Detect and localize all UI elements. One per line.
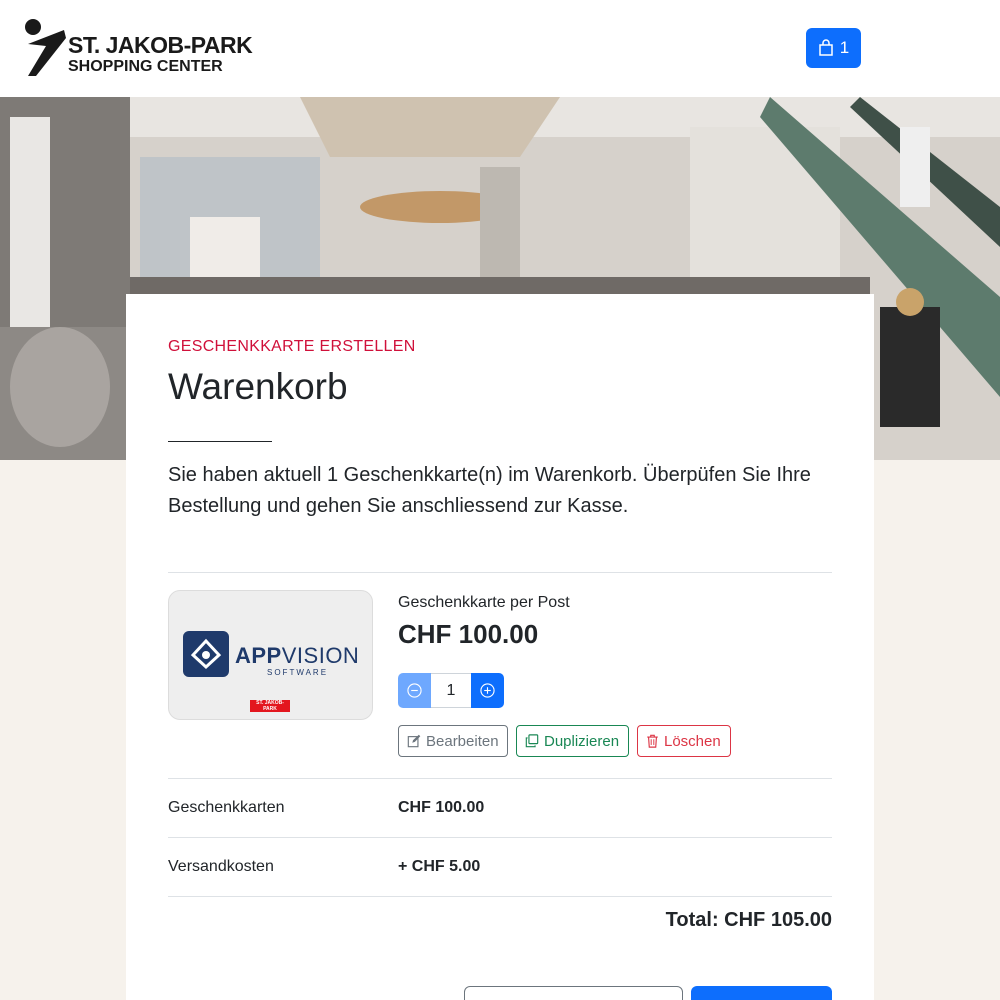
shipping-label: Versandkosten [168, 858, 274, 875]
logo-mark-icon [25, 19, 66, 76]
divider [168, 778, 832, 779]
site-header: ST. JAKOB-PARK SHOPPING CENTER 1 [0, 0, 1000, 97]
shipping-value: + CHF 5.00 [398, 858, 481, 875]
continue-shopping-button[interactable] [464, 986, 683, 1000]
thumbnail-brand-sub: SOFTWARE [267, 668, 329, 677]
plus-circle-icon [480, 683, 495, 698]
trash-icon [647, 734, 658, 748]
divider [168, 896, 832, 897]
edit-button-label: Bearbeiten [426, 732, 499, 750]
cart-button[interactable]: 1 [806, 28, 861, 68]
pencil-square-icon [407, 734, 421, 748]
logo-text-line2: SHOPPING CENTER [68, 58, 223, 75]
quantity-stepper: 1 [398, 673, 504, 708]
title-underline [168, 441, 272, 442]
delete-button-label: Löschen [664, 732, 721, 750]
quantity-input[interactable]: 1 [431, 673, 471, 708]
dash-circle-icon [407, 683, 422, 698]
quantity-increase-button[interactable] [471, 673, 504, 708]
eyebrow-heading: GESCHENKKARTE ERSTELLEN [168, 338, 416, 355]
duplicate-button[interactable]: Duplizieren [516, 725, 629, 757]
appvision-logo-icon [183, 631, 229, 677]
logo-text-line1: ST. JAKOB-PARK [68, 32, 253, 58]
giftcard-thumbnail: APPVISION SOFTWARE ST. JAKOB-PARK [168, 590, 373, 720]
product-price: CHF 100.00 [398, 619, 539, 649]
quantity-decrease-button[interactable] [398, 673, 431, 708]
st-jakob-park-logo[interactable]: ST. JAKOB-PARK SHOPPING CENTER [24, 18, 274, 80]
cart-count: 1 [839, 38, 850, 57]
cart-intro-text: Sie haben aktuell 1 Geschenkkarte(n) im … [168, 464, 811, 517]
checkout-button[interactable] [691, 986, 832, 1000]
delete-button[interactable]: Löschen [637, 725, 731, 757]
page-title: Warenkorb [168, 366, 348, 407]
thumbnail-brand: APPVISION [235, 643, 360, 668]
edit-button[interactable]: Bearbeiten [398, 725, 508, 757]
giftcards-value: CHF 100.00 [398, 799, 485, 816]
divider [168, 572, 832, 573]
giftcards-label: Geschenkkarten [168, 799, 285, 816]
shopping-bag-icon [819, 39, 833, 56]
cart-card: GESCHENKKARTE ERSTELLEN Warenkorb Sie ha… [126, 294, 874, 1000]
divider [168, 837, 832, 838]
order-total: Total: CHF 105.00 [665, 909, 832, 931]
product-name: Geschenkkarte per Post [398, 594, 570, 611]
st-jakob-park-badge: ST. JAKOB-PARK [250, 700, 290, 712]
copy-icon [525, 734, 539, 748]
duplicate-button-label: Duplizieren [544, 732, 620, 750]
